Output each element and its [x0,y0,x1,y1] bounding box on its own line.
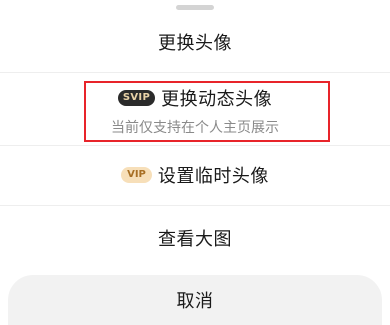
drag-handle[interactable] [176,5,214,10]
action-sheet: 更换头像 SVIP 更换动态头像 当前仅支持在个人主页展示 VIP 设置临时头像… [0,0,390,325]
view-large-image-label: 查看大图 [158,229,232,250]
view-large-image-option[interactable]: 查看大图 [0,212,390,264]
cancel-label: 取消 [176,291,214,312]
divider [0,205,390,206]
change-dynamic-avatar-option[interactable]: SVIP 更换动态头像 当前仅支持在个人主页展示 [0,80,390,142]
divider [0,72,390,73]
divider [0,145,390,146]
dynamic-avatar-sublabel: 当前仅支持在个人主页展示 [111,120,279,136]
dynamic-avatar-title-line: SVIP 更换动态头像 [117,85,273,111]
change-avatar-option[interactable]: 更换头像 [0,14,390,70]
set-temporary-avatar-option[interactable]: VIP 设置临时头像 [0,150,390,200]
change-avatar-label: 更换头像 [158,33,232,54]
temporary-avatar-label: 设置临时头像 [157,166,269,187]
dynamic-avatar-label: 更换动态头像 [161,89,273,110]
svip-badge: SVIP [117,90,156,106]
cancel-button[interactable]: 取消 [8,275,382,325]
vip-badge: VIP [121,167,152,183]
